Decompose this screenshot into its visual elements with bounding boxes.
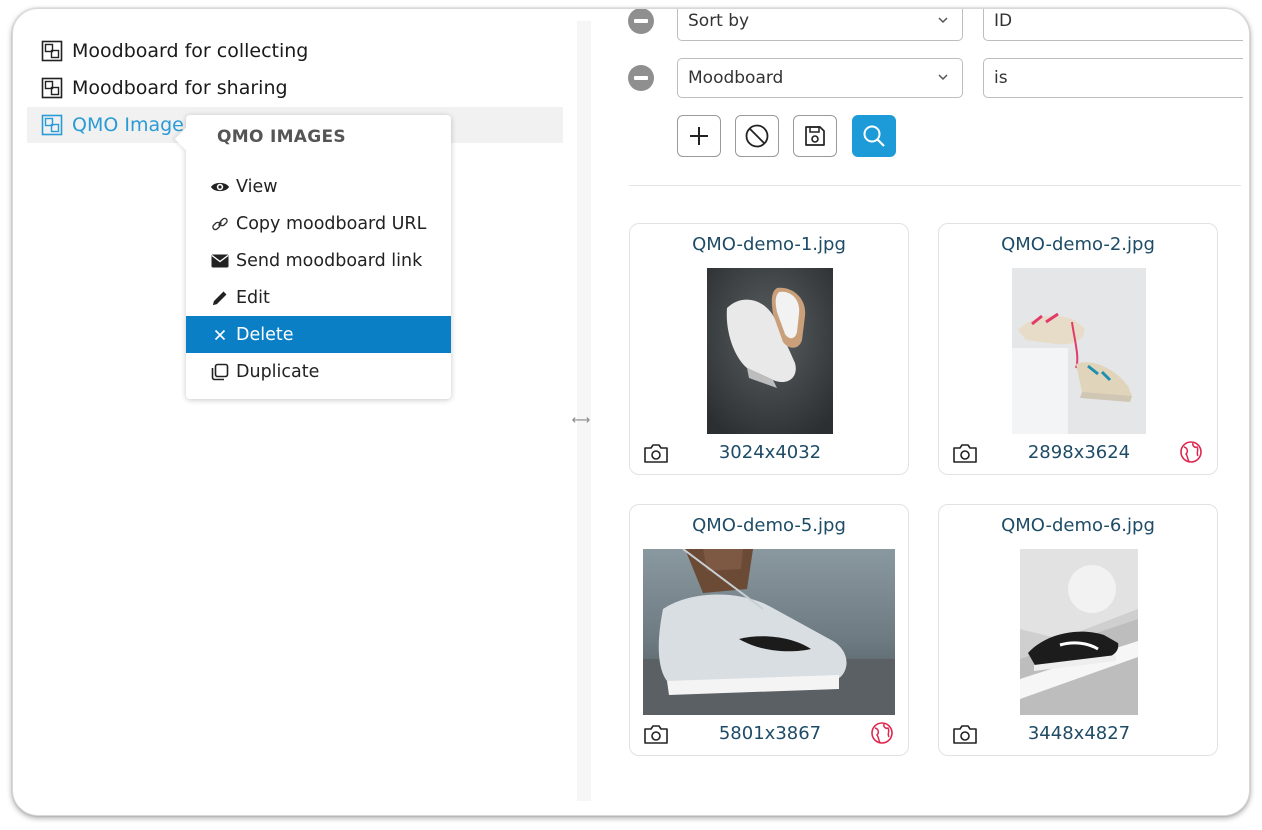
- tree-item-label: QMO Image: [72, 114, 184, 136]
- image-dimensions: 3024x4032: [718, 442, 822, 463]
- menu-item-label: View: [236, 176, 278, 197]
- menu-item-duplicate[interactable]: Duplicate: [186, 353, 451, 390]
- menu-item-delete[interactable]: Delete: [186, 316, 451, 353]
- image-card[interactable]: QMO-demo-5.jpg 5801x3867: [629, 504, 909, 756]
- moodboard-tree: Moodboard for collecting Moodboard for s…: [13, 9, 577, 815]
- menu-item-label: Copy moodboard URL: [236, 213, 427, 234]
- input-value: is: [994, 68, 1008, 88]
- chevron-down-icon: [938, 17, 948, 24]
- ban-icon: [745, 124, 769, 148]
- link-icon: [210, 214, 230, 234]
- image-thumbnail[interactable]: [1020, 549, 1138, 715]
- image-dimensions: 5801x3867: [718, 723, 822, 744]
- moodboard-icon: [41, 77, 63, 99]
- image-card[interactable]: QMO-demo-6.jpg 3448x4827: [938, 504, 1218, 756]
- select-value: Sort by: [688, 11, 750, 31]
- image-card[interactable]: QMO-demo-2.jpg 2898x3624: [938, 223, 1218, 475]
- filter-field-select[interactable]: Moodboard: [677, 58, 963, 98]
- filter-operator-input[interactable]: is: [983, 58, 1243, 98]
- section-divider: [629, 185, 1241, 186]
- pencil-icon: [210, 288, 230, 308]
- tree-item-moodboard-sharing[interactable]: Moodboard for sharing: [27, 70, 563, 106]
- search-button[interactable]: [852, 115, 896, 157]
- filter-field-select[interactable]: Sort by: [677, 9, 963, 41]
- menu-item-copy-url[interactable]: Copy moodboard URL: [186, 205, 451, 242]
- envelope-icon: [210, 251, 230, 271]
- image-card[interactable]: QMO-demo-1.jpg 3024x4032: [629, 223, 909, 475]
- image-filename: QMO-demo-2.jpg: [1001, 234, 1155, 255]
- menu-item-label: Duplicate: [236, 361, 320, 382]
- context-menu-title: QMO IMAGES: [217, 127, 346, 147]
- duplicate-icon: [210, 362, 230, 382]
- filter-value-input[interactable]: ID: [983, 9, 1243, 41]
- globe-icon[interactable]: [870, 721, 894, 745]
- image-thumbnail[interactable]: [1012, 268, 1146, 434]
- clear-filter-button[interactable]: [735, 115, 779, 157]
- image-filename: QMO-demo-5.jpg: [692, 515, 846, 536]
- select-value: Moodboard: [688, 68, 784, 88]
- menu-item-label: Send moodboard link: [236, 250, 423, 271]
- image-dimensions: 3448x4827: [1027, 723, 1131, 744]
- plus-icon: [690, 127, 708, 145]
- panel-divider: [577, 21, 591, 801]
- app-window: Moodboard for collecting Moodboard for s…: [12, 8, 1250, 816]
- close-icon: [210, 325, 230, 345]
- menu-item-label: Delete: [236, 324, 294, 345]
- image-thumbnail[interactable]: [707, 268, 833, 434]
- filter-and-results-panel: Sort by ID Moodboard is QMO-demo-1.jpg 3…: [591, 9, 1249, 815]
- input-value: ID: [994, 11, 1013, 31]
- image-thumbnail[interactable]: [643, 549, 895, 715]
- search-icon: [863, 125, 885, 147]
- add-filter-button[interactable]: [677, 115, 721, 157]
- chevron-down-icon: [938, 74, 948, 81]
- moodboard-icon: [41, 114, 63, 136]
- menu-item-view[interactable]: View: [186, 168, 451, 205]
- tree-item-label: Moodboard for sharing: [72, 77, 288, 99]
- eye-icon: [210, 177, 230, 197]
- remove-filter-button[interactable]: [628, 65, 654, 91]
- menu-item-send-link[interactable]: Send moodboard link: [186, 242, 451, 279]
- image-filename: QMO-demo-6.jpg: [1001, 515, 1155, 536]
- globe-icon[interactable]: [1179, 440, 1203, 464]
- image-filename: QMO-demo-1.jpg: [692, 234, 846, 255]
- remove-filter-button[interactable]: [628, 9, 654, 34]
- tree-item-label: Moodboard for collecting: [72, 40, 309, 62]
- floppy-disk-icon: [805, 126, 825, 146]
- tree-item-moodboard-collecting[interactable]: Moodboard for collecting: [27, 33, 563, 69]
- save-filter-button[interactable]: [793, 115, 837, 157]
- context-menu: QMO IMAGES View Copy moodboard URL Send …: [174, 115, 451, 399]
- image-dimensions: 2898x3624: [1027, 442, 1131, 463]
- menu-item-label: Edit: [236, 287, 270, 308]
- moodboard-icon: [41, 40, 63, 62]
- menu-item-edit[interactable]: Edit: [186, 279, 451, 316]
